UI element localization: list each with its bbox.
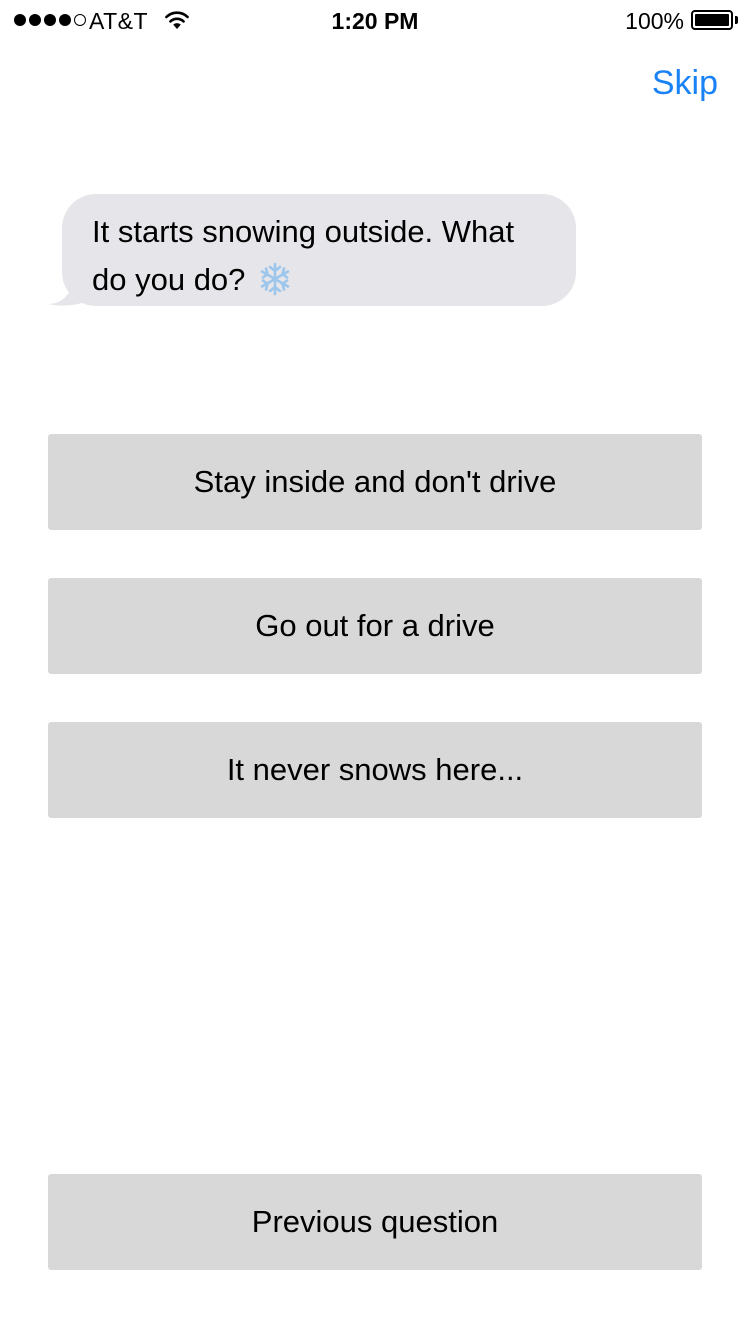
snowflake-icon <box>260 262 290 296</box>
status-bar: AT&T 1:20 PM 100% <box>0 0 750 40</box>
previous-question-button[interactable]: Previous question <box>48 1174 702 1270</box>
battery-fill <box>695 14 729 26</box>
question-bubble: It starts snowing outside. What do you d… <box>62 194 576 306</box>
battery-icon <box>691 10 733 30</box>
battery-percentage: 100% <box>625 8 684 34</box>
battery-nub <box>735 16 738 24</box>
answer-button[interactable]: Go out for a drive <box>48 578 702 674</box>
answer-button[interactable]: It never snows here... <box>48 722 702 818</box>
skip-button[interactable]: Skip <box>652 64 718 103</box>
question-text: It starts snowing outside. What do you d… <box>92 214 515 297</box>
answer-button[interactable]: Stay inside and don't drive <box>48 434 702 530</box>
